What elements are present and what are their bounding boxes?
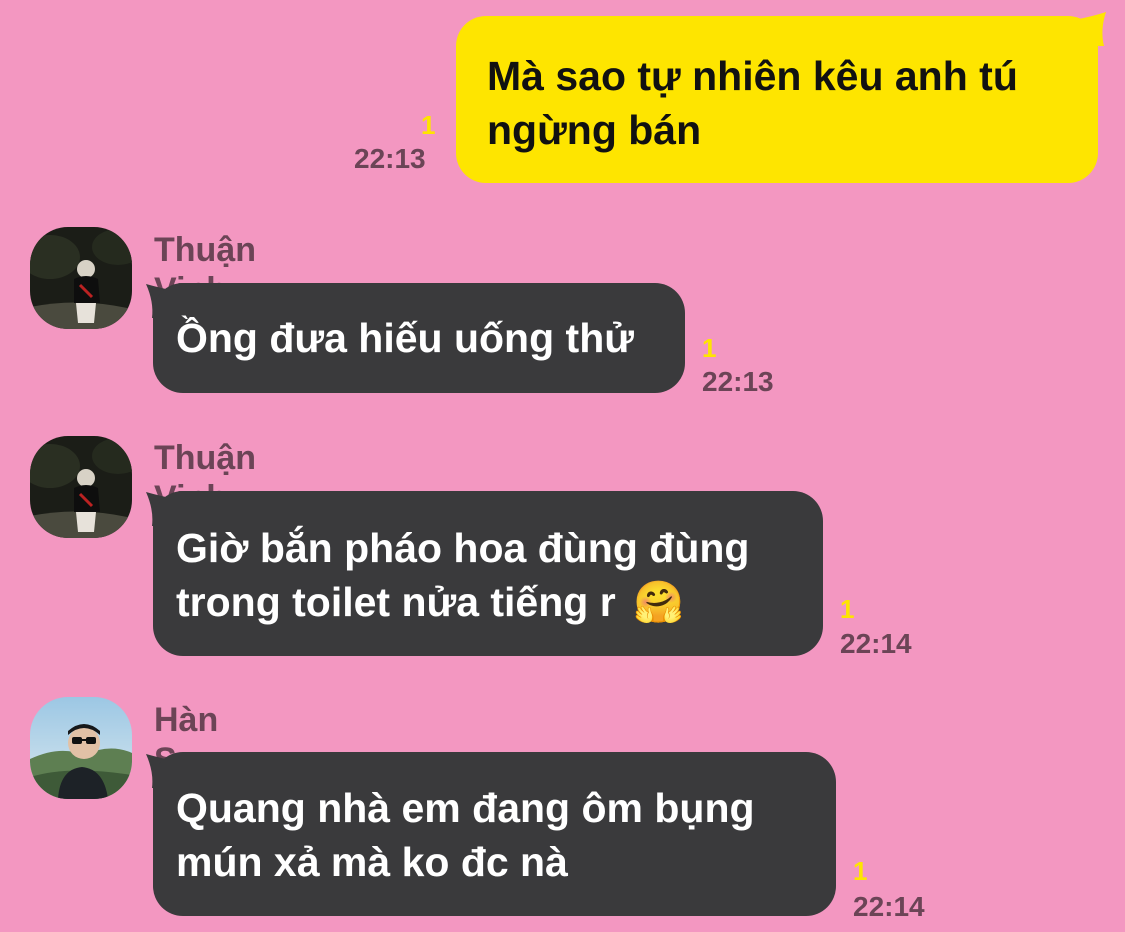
message-text: Quang nhà em đang ôm bụng mún xả mà ko đ… <box>176 785 755 885</box>
message-time: 22:14 <box>853 891 925 922</box>
message-text-line: Giờ bắn pháo hoa đùng đùng <box>176 525 750 571</box>
avatar[interactable] <box>30 436 132 538</box>
unread-count: 1 <box>840 594 855 624</box>
message-time: 22:13 <box>702 366 774 397</box>
unread-count: 1 <box>853 856 868 886</box>
hugging-face-emoji-icon: 🤗 <box>633 579 685 625</box>
message-text: Ồng đưa hiếu uống thử <box>176 315 634 361</box>
avatar[interactable] <box>30 697 132 799</box>
unread-count: 1 <box>702 333 717 363</box>
message-time: 22:13 <box>354 143 426 174</box>
message-time: 22:14 <box>840 628 912 659</box>
unread-count: 1 <box>421 110 436 140</box>
avatar[interactable] <box>30 227 132 329</box>
message-text: Mà sao tự nhiên kêu anh tú ngừng bán <box>487 53 1018 153</box>
message-bubble[interactable]: Mà sao tự nhiên kêu anh tú ngừng bán <box>456 16 1098 183</box>
message-bubble[interactable]: Quang nhà em đang ôm bụng mún xả mà ko đ… <box>153 752 836 916</box>
message-text: trong toilet nửa tiếng r <box>176 579 616 625</box>
bubble-tail <box>1074 12 1106 46</box>
message-bubble[interactable]: Ồng đưa hiếu uống thử <box>153 283 685 393</box>
message-bubble[interactable]: Giờ bắn pháo hoa đùng đùng trong toilet … <box>153 491 823 656</box>
message-text-line: trong toilet nửa tiếng r 🤗 <box>176 575 823 629</box>
